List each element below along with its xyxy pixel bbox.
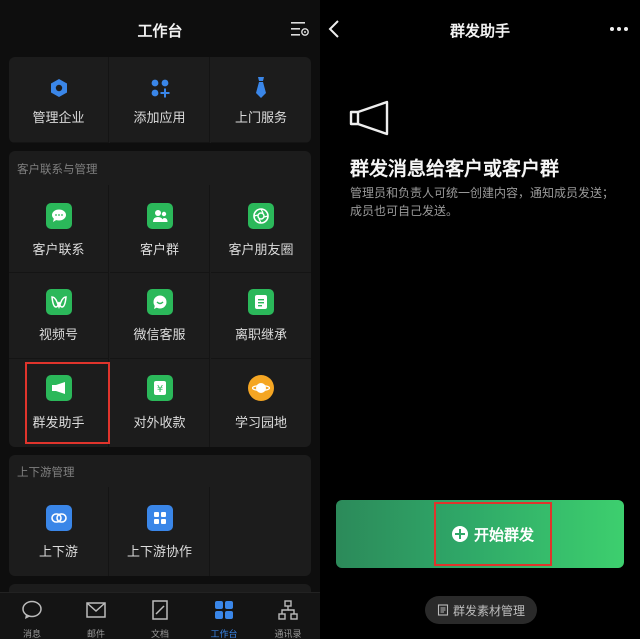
tile-mass-messaging[interactable]: 群发助手: [9, 359, 109, 447]
tile-label: 离职继承: [234, 328, 287, 343]
tab-mail[interactable]: 邮件: [64, 593, 128, 639]
page-title: 工作台: [137, 22, 183, 40]
more-options-icon[interactable]: [608, 22, 630, 36]
tab-label: 通讯录: [274, 630, 302, 639]
document-icon: [248, 289, 274, 315]
tile-label: 客户群: [139, 243, 179, 258]
tab-label: 工作台: [210, 630, 238, 639]
tab-contacts[interactable]: 通讯录: [256, 593, 320, 639]
material-management-button[interactable]: 群发素材管理: [425, 596, 537, 624]
tile-video-channel[interactable]: 视频号: [9, 273, 109, 359]
aperture-icon: [248, 203, 274, 229]
svg-text:¥: ¥: [157, 384, 163, 395]
hexagon-icon: [46, 75, 72, 101]
tile-label: 上下游协作: [126, 545, 192, 560]
tile-customer-group[interactable]: 客户群: [110, 185, 210, 273]
tile-label: 群发助手: [32, 416, 85, 431]
group-icon: [147, 203, 173, 229]
workbench-header: 工作台: [0, 0, 320, 56]
bottom-tab-bar: 消息 邮件 文档 工作台 通讯录: [0, 592, 320, 639]
tile-label: 添加应用: [133, 111, 186, 126]
service-chat-icon: [147, 289, 173, 315]
tile-learning-garden[interactable]: 学习园地: [211, 359, 311, 447]
tab-messages[interactable]: 消息: [0, 593, 64, 639]
tab-docs[interactable]: 文档: [128, 593, 192, 639]
page-title: 群发助手: [449, 22, 510, 40]
tab-label: 邮件: [86, 630, 105, 639]
megaphone-icon: [46, 375, 72, 401]
megaphone-icon: [349, 100, 389, 136]
section-title: 客户联系与管理: [17, 162, 98, 176]
hero-heading: 群发消息给客户或客户群: [350, 158, 560, 180]
section-title: 上下游管理: [17, 465, 75, 479]
tile-label: 对外收款: [133, 416, 186, 431]
supply-chain-card: 上下游管理 上下游 上下游协作: [9, 455, 311, 576]
tile-upstream-downstream[interactable]: 上下游: [9, 487, 109, 576]
tile-external-payment[interactable]: ¥ 对外收款: [110, 359, 210, 447]
link-icon: [46, 505, 72, 531]
highlight-box: 开始群发: [434, 502, 552, 566]
yuan-icon: ¥: [147, 375, 173, 401]
contacts-icon: [278, 600, 298, 620]
planet-icon: [248, 375, 274, 401]
tile-label: 上下游: [38, 545, 78, 560]
admin-card: 管理企业 添加应用 上门服务: [9, 57, 311, 143]
tile-wechat-service[interactable]: 微信客服: [110, 273, 210, 359]
tile-label: 微信客服: [133, 328, 186, 343]
customer-management-card: 客户联系与管理 客户联系 客户群 客户朋友圈 视频号 微信客服 离职继承 群发助…: [9, 151, 311, 447]
mass-messaging-screen: 群发助手 群发消息给客户或客户群 管理员和负责人可统一创建内容，通知成员发送；成…: [320, 0, 640, 639]
tile-supply-collaboration[interactable]: 上下游协作: [110, 487, 210, 576]
chat-bubble-icon: [46, 203, 72, 229]
plus-icon: [451, 526, 468, 542]
settings-menu-icon[interactable]: [290, 20, 310, 38]
workbench-icon: [215, 601, 233, 619]
tab-workbench[interactable]: 工作台: [192, 593, 256, 639]
tile-onsite-service[interactable]: 上门服务: [211, 57, 311, 143]
tab-label: 消息: [22, 630, 41, 639]
tile-label: 上门服务: [234, 111, 287, 126]
tile-label: 学习园地: [234, 416, 287, 431]
video-channel-icon: [46, 289, 72, 315]
tile-label: 管理企业: [32, 111, 85, 126]
document-icon: [437, 604, 449, 616]
tile-label: 视频号: [38, 328, 78, 343]
material-button-label: 群发素材管理: [452, 603, 525, 618]
message-icon: [22, 600, 42, 619]
tile-manage-enterprise[interactable]: 管理企业: [9, 57, 109, 143]
hero-description: 管理员和负责人可统一创建内容，通知成员发送；成员也可自己发送。: [350, 186, 615, 218]
tile-resignation-inherit[interactable]: 离职继承: [211, 273, 311, 359]
tie-icon: [248, 75, 274, 101]
tile-label: 客户朋友圈: [228, 243, 294, 258]
tile-customer-moments[interactable]: 客户朋友圈: [211, 185, 311, 273]
start-button-label: 开始群发: [473, 525, 534, 544]
tab-label: 文档: [150, 630, 169, 639]
mail-icon: [86, 602, 106, 618]
start-mass-message-button[interactable]: 开始群发: [336, 500, 624, 568]
workbench-screen: 工作台 管理企业 添加应用 上门服务 客户联系与管理 客户联系 客户群 客户朋友…: [0, 0, 320, 639]
tile-customer-contact[interactable]: 客户联系: [9, 185, 109, 273]
doc-icon: [152, 600, 168, 620]
tile-add-app[interactable]: 添加应用: [110, 57, 210, 143]
tile-label: 客户联系: [32, 243, 85, 258]
add-apps-icon: [147, 75, 173, 101]
grid-apps-icon: [147, 505, 173, 531]
